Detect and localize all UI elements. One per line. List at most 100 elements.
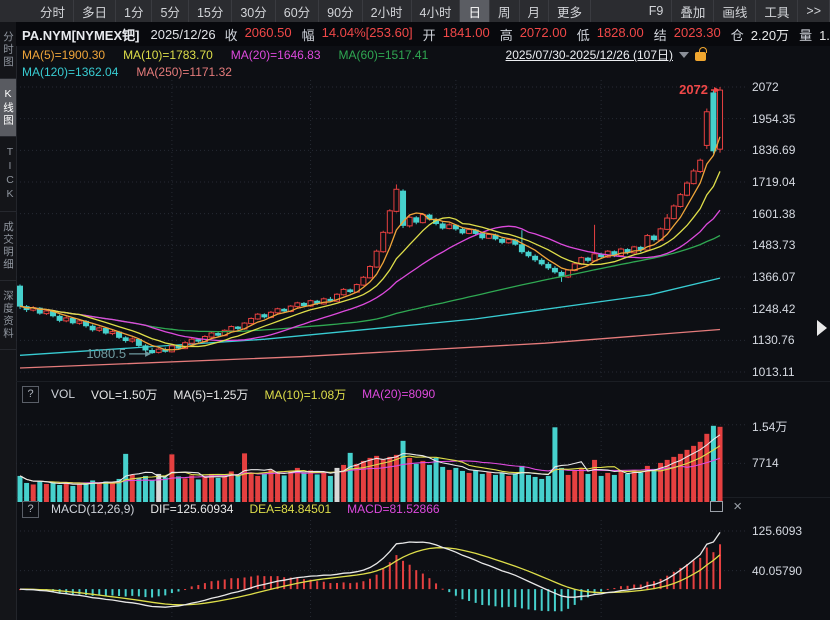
legend-item: MA(10)=1783.70 bbox=[123, 48, 213, 62]
volume-chart-svg[interactable] bbox=[16, 405, 746, 502]
quote-field-label: 结 bbox=[654, 25, 667, 44]
price-axis-label: 1601.38 bbox=[752, 207, 795, 221]
legend-item: MA(20)=8090 bbox=[362, 387, 435, 401]
price-axis-label: 1836.69 bbox=[752, 143, 795, 157]
quote-field-value: 1.50万 bbox=[819, 25, 830, 44]
price-axis-label: 2072 bbox=[752, 80, 779, 94]
toolbar-item-分时[interactable]: 分时 bbox=[32, 0, 74, 22]
quote-fields: 收2060.50幅14.04%[253.60]开1841.00高2072.00低… bbox=[225, 25, 830, 44]
sidebar-item-K线图[interactable]: K线图 bbox=[0, 79, 16, 137]
pane-separator bbox=[16, 381, 830, 382]
macd-axis: 125.6093 40.05790 bbox=[746, 520, 830, 618]
help-icon[interactable]: ? bbox=[22, 386, 39, 403]
legend-item: MACD=81.52866 bbox=[347, 502, 439, 516]
date-range-label: 2025/07/30-2025/12/26 (107日) bbox=[506, 46, 673, 63]
price-axis-label: 1954.35 bbox=[752, 112, 795, 126]
ma-legend-row-1: MA(5)=1900.30 MA(10)=1783.70 MA(20)=1646.8… bbox=[16, 46, 830, 63]
legend-item: MA(60)=1517.41 bbox=[339, 48, 429, 62]
sidebar-item-成交明细[interactable]: 成交明细 bbox=[0, 212, 16, 281]
legend-item: MA(20)=1646.83 bbox=[231, 48, 321, 62]
close-pane-icon[interactable]: × bbox=[733, 502, 742, 512]
legend-item: MA(120)=1362.04 bbox=[22, 65, 118, 79]
date-range-selector[interactable]: 2025/07/30-2025/12/26 (107日) bbox=[506, 46, 706, 63]
main-candlestick-pane[interactable]: 2072 1080.5 bbox=[16, 80, 746, 378]
quote-field-value: 1841.00 bbox=[443, 25, 490, 44]
toolbar-item-2小时[interactable]: 2小时 bbox=[363, 0, 412, 22]
toolbar-item-多日[interactable]: 多日 bbox=[74, 0, 116, 22]
candles-group bbox=[18, 87, 723, 354]
chevron-down-icon[interactable] bbox=[679, 52, 689, 58]
lock-icon[interactable] bbox=[695, 52, 706, 61]
price-axis-label: 1366.07 bbox=[752, 270, 795, 284]
macd-axis-label: 40.05790 bbox=[752, 564, 802, 578]
quote-bar: PA.NYM[NYMEX钯] 2025/12/26 收 2060.50 幅 14.04… bbox=[16, 22, 830, 46]
toolbar-item-日[interactable]: 日 bbox=[460, 0, 490, 22]
sidebar-item-深度资料[interactable]: 深度资料 bbox=[0, 281, 16, 350]
price-axis-label: 1483.73 bbox=[752, 238, 795, 252]
toolbar-item-15分[interactable]: 15分 bbox=[189, 0, 232, 22]
symbol-title: PA.NYM[NYMEX钯] bbox=[22, 25, 139, 44]
period-toolbar: 分时多日1分5分15分30分60分90分2小时4小时日周月更多 F9叠加画线工具>… bbox=[0, 0, 830, 22]
legend-item: MACD(12,26,9) bbox=[51, 502, 134, 516]
toolbar-item-周[interactable]: 周 bbox=[490, 0, 520, 22]
legend-item: MA(10)=1.08万 bbox=[264, 386, 346, 403]
main-chart-svg[interactable]: 2072 1080.5 bbox=[16, 80, 746, 378]
toolbar-item-90分[interactable]: 90分 bbox=[319, 0, 362, 22]
expand-right-panel-arrow[interactable] bbox=[817, 320, 827, 336]
toolbar-item-月[interactable]: 月 bbox=[520, 0, 550, 22]
legend-item: VOL=1.50万 bbox=[91, 386, 157, 403]
legend-item: MA(5)=1900.30 bbox=[22, 48, 105, 62]
quote-field-label: 量 bbox=[799, 25, 812, 44]
toolbar-item-4小时[interactable]: 4小时 bbox=[412, 0, 461, 22]
quote-field-value: 2.20万 bbox=[751, 25, 789, 44]
volume-axis: 1.54万7714 bbox=[746, 405, 830, 502]
legend-item: DIF=125.60934 bbox=[150, 502, 233, 516]
toolbar-item-5分[interactable]: 5分 bbox=[152, 0, 188, 22]
legend-item: MA(5)=1.25万 bbox=[173, 386, 248, 403]
volume-pane[interactable] bbox=[16, 405, 746, 502]
quote-field-value: 2072.00 bbox=[520, 25, 567, 44]
toolbar-item-30分[interactable]: 30分 bbox=[232, 0, 275, 22]
quote-field-value: 14.04%[253.60] bbox=[322, 25, 413, 44]
toolbar-item-60分[interactable]: 60分 bbox=[276, 0, 319, 22]
quote-field-value: 2060.50 bbox=[245, 25, 292, 44]
macd-chart-svg[interactable] bbox=[16, 520, 746, 618]
toolbar-item-画线[interactable]: 画线 bbox=[714, 0, 756, 22]
toolbar-item->>[interactable]: >> bbox=[798, 0, 830, 22]
quote-field-label: 收 bbox=[225, 25, 238, 44]
quote-field-label: 仓 bbox=[731, 25, 744, 44]
toolbar-right-group: F9叠加画线工具>> bbox=[641, 0, 830, 22]
toolbar-item-F9[interactable]: F9 bbox=[641, 0, 673, 22]
low-annotation: 1080.5 bbox=[86, 346, 126, 361]
quote-date: 2025/12/26 bbox=[150, 27, 215, 42]
price-axis-label: 1719.04 bbox=[752, 175, 795, 189]
volume-header: ? VOL VOL=1.50万 MA(5)=1.25万 MA(10)=1.08万 MA(2… bbox=[16, 384, 752, 404]
price-axis-label: 1248.42 bbox=[752, 302, 795, 316]
quote-field-label: 幅 bbox=[302, 25, 315, 44]
sidebar-item-TICK[interactable]: TICK bbox=[0, 137, 16, 212]
grid-lines bbox=[16, 80, 746, 378]
macd-histogram-group bbox=[19, 544, 721, 611]
quote-field-label: 高 bbox=[500, 25, 513, 44]
chart-type-sidebar: 分时图K线图TICK成交明细深度资料 bbox=[0, 22, 17, 620]
macd-pane-controls: × bbox=[710, 501, 742, 512]
ma-legend-row-2: MA(120)=1362.04MA(250)=1171.32 bbox=[16, 63, 830, 80]
legend-item: DEA=84.84501 bbox=[249, 502, 331, 516]
toolbar-item-更多[interactable]: 更多 bbox=[549, 0, 591, 22]
sidebar-item-分时图[interactable]: 分时图 bbox=[0, 22, 16, 79]
toolbar-item-工具[interactable]: 工具 bbox=[756, 0, 798, 22]
volume-bars-group bbox=[18, 426, 723, 502]
high-annotation: 2072 bbox=[679, 82, 708, 97]
toolbar-item-1分[interactable]: 1分 bbox=[116, 0, 152, 22]
macd-pane[interactable] bbox=[16, 520, 746, 618]
price-axis-label: 1013.11 bbox=[752, 365, 795, 379]
legend-item: VOL bbox=[51, 387, 75, 401]
quote-field-value: 1828.00 bbox=[597, 25, 644, 44]
restore-pane-icon[interactable] bbox=[710, 501, 723, 512]
quote-field-value: 2023.30 bbox=[674, 25, 721, 44]
help-icon[interactable]: ? bbox=[22, 501, 39, 518]
macd-header: ? MACD(12,26,9) DIF=125.60934 DEA=84.84501 M… bbox=[16, 499, 752, 519]
trading-app-window: 分时多日1分5分15分30分60分90分2小时4小时日周月更多 F9叠加画线工具>… bbox=[0, 0, 830, 620]
toolbar-item-叠加[interactable]: 叠加 bbox=[672, 0, 714, 22]
macd-axis-label: 125.6093 bbox=[752, 524, 802, 538]
